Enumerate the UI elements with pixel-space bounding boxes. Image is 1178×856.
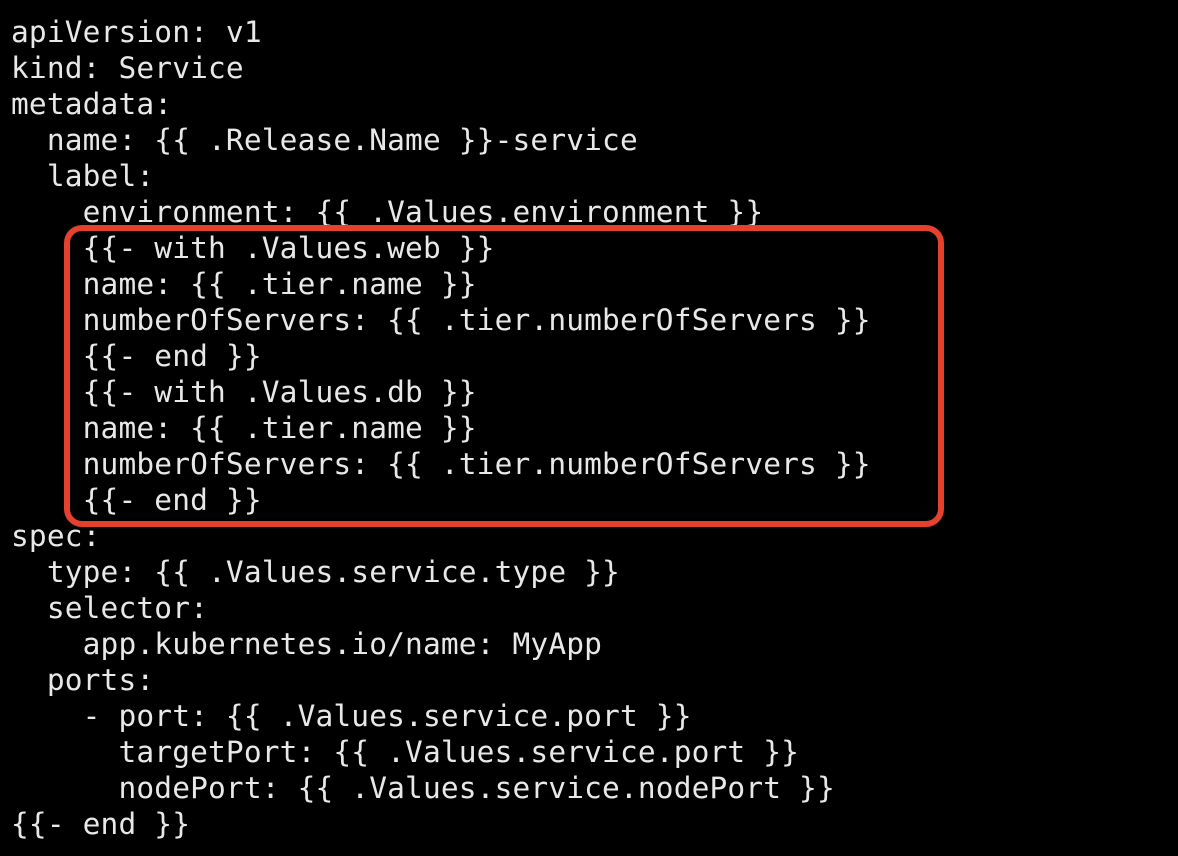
code-line: {{- with .Values.db }}	[11, 375, 477, 409]
code-line: targetPort: {{ .Values.service.port }}	[11, 735, 800, 769]
code-line: {{- end }}	[11, 807, 191, 841]
code-line: apiVersion: v1	[11, 15, 262, 49]
code-line: kind: Service	[11, 51, 244, 85]
code-line: {{- end }}	[11, 339, 262, 373]
code-line: label:	[11, 159, 155, 193]
code-line: {{- with .Values.web }}	[11, 231, 495, 265]
code-line: name: {{ .tier.name }}	[11, 267, 477, 301]
code-line: type: {{ .Values.service.type }}	[11, 555, 620, 589]
code-editor: apiVersion: v1 kind: Service metadata: n…	[0, 0, 1178, 856]
code-line: metadata:	[11, 87, 173, 121]
code-line: spec:	[11, 519, 101, 553]
code-line: numberOfServers: {{ .tier.numberOfServer…	[11, 303, 871, 337]
code-line: ports:	[11, 663, 155, 697]
code-line: nodePort: {{ .Values.service.nodePort }}	[11, 771, 835, 805]
code-line: {{- end }}	[11, 483, 262, 517]
code-line: name: {{ .tier.name }}	[11, 411, 477, 445]
code-line: app.kubernetes.io/name: MyApp	[11, 627, 603, 661]
code-line: numberOfServers: {{ .tier.numberOfServer…	[11, 447, 871, 481]
code-line: environment: {{ .Values.environment }}	[11, 195, 764, 229]
code-line: selector:	[11, 591, 209, 625]
code-line: - port: {{ .Values.service.port }}	[11, 699, 692, 733]
code-line: name: {{ .Release.Name }}-service	[11, 123, 638, 157]
